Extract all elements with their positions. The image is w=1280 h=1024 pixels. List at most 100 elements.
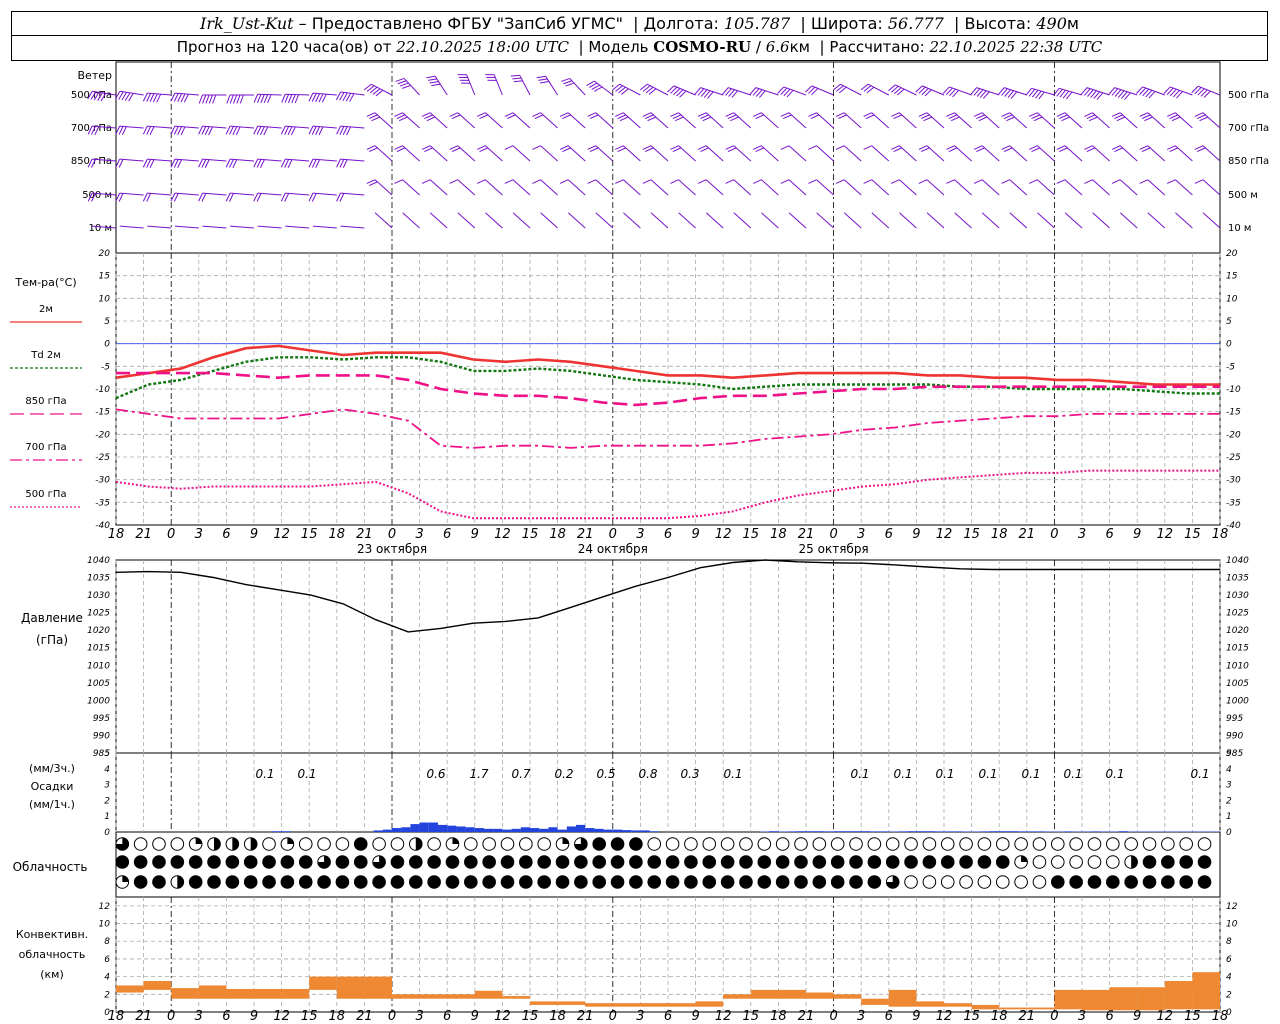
wind-barb [780, 112, 807, 129]
wind-barb-shaft [257, 125, 282, 129]
temp-legend-label: 850 гПа [25, 396, 66, 407]
wind-barb-shaft [1147, 179, 1166, 196]
wind-barb-feather [562, 147, 571, 153]
wind-barb-feather [232, 159, 238, 168]
wind-barb-feather [780, 145, 790, 150]
cloud-circle [427, 855, 441, 869]
hour-tick-label: 18 [329, 527, 346, 542]
precip-total-label: 0.1 [723, 767, 742, 781]
wind-barb-feather [368, 147, 378, 153]
wind-barb-feather [559, 112, 569, 117]
precip-total-label: 0.1 [935, 767, 954, 781]
wind-barb-shaft [429, 145, 448, 162]
wind-barb-shaft [540, 179, 558, 196]
cloud-circle [1050, 875, 1065, 889]
cloud-circle [757, 875, 772, 889]
wind-barb-feather [1001, 179, 1011, 184]
wind-barb [753, 145, 779, 162]
wind-barb-shaft [1119, 212, 1138, 229]
wind-barb-feather [395, 77, 405, 82]
wind-barb [363, 83, 393, 97]
wind-barb [615, 112, 641, 129]
hour-tick-label: 3 [636, 1009, 644, 1024]
wind-barb-shaft [312, 192, 337, 196]
wind-barb [561, 77, 586, 96]
wind-barb-feather [118, 193, 124, 202]
cloud-circle [1014, 837, 1028, 851]
wind-barb-feather [893, 147, 903, 153]
hour-tick-label: 15 [1184, 1009, 1201, 1024]
precip-bar [594, 828, 604, 832]
wind-barb-shaft [733, 112, 752, 129]
temp-tick-label: 15 [99, 272, 111, 282]
cloud-circle [298, 875, 313, 889]
cloud-cover-symbol [537, 837, 551, 851]
wind-barb-feather [284, 126, 290, 135]
wind-barb-feather [1088, 116, 1098, 122]
cloud-cover-symbol [1087, 855, 1102, 869]
wind-barb [623, 212, 641, 229]
wind-barb-feather [204, 159, 210, 168]
wind-barb [667, 85, 696, 98]
cloud-cover-symbol [629, 875, 643, 889]
temp-legend-label: 500 гПа [25, 489, 66, 500]
cloud-circle [133, 855, 148, 869]
wind-barb-feather [156, 93, 162, 103]
wind-barb-shaft [1092, 112, 1110, 129]
conv-bar [612, 1003, 641, 1007]
precip-label-bottom: (мм/1ч.) [29, 798, 75, 811]
wind-barb-feather [617, 114, 627, 120]
wind-barb [1111, 145, 1138, 162]
wind-barb [449, 112, 476, 129]
wind-barb [860, 83, 890, 96]
cloud-circle [592, 875, 607, 889]
wind-barb [970, 87, 1000, 99]
wind-barb-feather [1061, 116, 1070, 122]
wind-barb-feather [948, 114, 958, 120]
wind-barb-shaft [595, 112, 614, 129]
cloud-cover-symbol [1179, 875, 1193, 889]
cloud-cover-symbol [317, 855, 331, 869]
cloud-circle [830, 855, 845, 869]
hour-tick-label: 15 [963, 1009, 980, 1024]
precip-title: Осадки [31, 780, 74, 793]
wind-barb [225, 125, 255, 136]
wind-barb [1191, 85, 1221, 98]
cloud-cover-symbol [445, 837, 460, 851]
wind-barb [198, 158, 227, 168]
hour-tick-label: 0 [167, 527, 175, 542]
wind-barb-shaft [174, 92, 199, 96]
cloud-cover-symbol [592, 837, 607, 851]
wind-barb-shaft [312, 92, 337, 96]
wind-barb [449, 145, 476, 162]
pres-tick-label: 1005 [87, 679, 110, 689]
wind-barb-feather [700, 114, 709, 120]
wind-barb [421, 179, 448, 196]
hour-tick-label: 0 [1050, 1009, 1058, 1024]
wind-barb-feather [431, 83, 441, 87]
cloud-cover-symbol [610, 875, 625, 889]
wind-barb-shaft [922, 85, 945, 96]
conv-bar [640, 1003, 668, 1007]
conv-tick-label: 6 [1226, 955, 1232, 965]
wind-barb-shaft [816, 212, 834, 229]
wind-barb [485, 74, 503, 96]
wind-barb-shaft [650, 112, 669, 129]
cloud-circle [867, 855, 882, 869]
cloud-cover-symbol [720, 855, 735, 869]
wind-barb-feather [284, 94, 290, 103]
wind-barb [1025, 87, 1055, 100]
hour-tick-label: 21 [135, 527, 152, 542]
wind-barb [142, 192, 172, 202]
precip-total-label: 0.1 [1063, 767, 1082, 781]
wind-title: Ветер [78, 69, 112, 82]
cloud-circle [922, 837, 937, 851]
wind-barb [115, 158, 144, 168]
cloud-circle [940, 837, 955, 851]
wind-barb-shaft [954, 179, 972, 196]
wind-barb [777, 86, 807, 98]
cloud-circle [1087, 837, 1102, 851]
wind-barb-feather [1139, 179, 1149, 184]
cloud-circle [464, 875, 478, 889]
wind-barb [1108, 87, 1138, 100]
